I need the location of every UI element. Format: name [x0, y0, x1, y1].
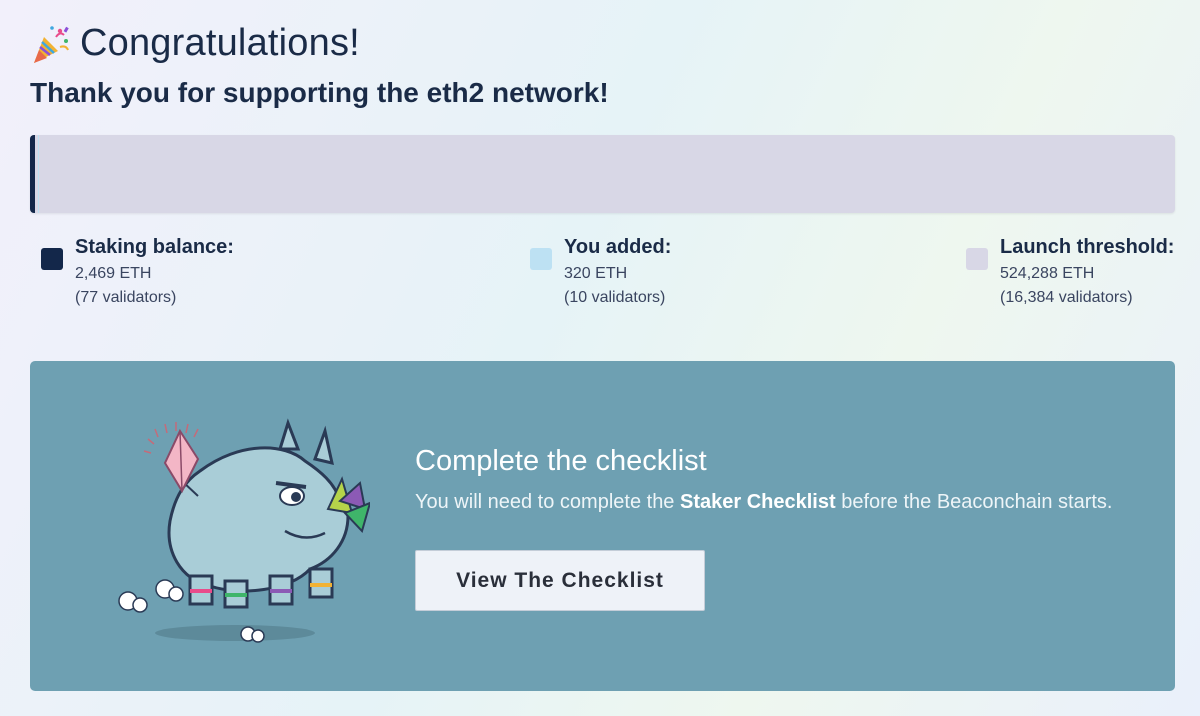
legend-you-added: You added: 320 ETH (10 validators) — [530, 236, 671, 307]
legend-swatch-threshold — [966, 248, 988, 270]
checklist-description: You will need to complete the Staker Che… — [415, 491, 1112, 514]
page-title: Congratulations! — [80, 22, 360, 64]
staker-checklist-emphasis: Staker Checklist — [680, 491, 836, 513]
legend-amount: 524,288 ETH — [1000, 265, 1095, 282]
legend-staking-balance: Staking balance: 2,469 ETH (77 validator… — [41, 236, 234, 307]
legend-validators: (16,384 validators) — [1000, 289, 1133, 306]
legend-label: Launch threshold: — [1000, 236, 1175, 258]
progress-added-fill — [38, 135, 40, 213]
legend-validators: (77 validators) — [75, 289, 177, 306]
legend-validators: (10 validators) — [564, 289, 666, 306]
progress-staked-fill — [30, 135, 36, 213]
page-subtitle: Thank you for supporting the eth2 networ… — [30, 77, 609, 108]
party-popper-icon — [34, 25, 69, 63]
staking-progress-bar — [30, 135, 1175, 213]
legend-launch-threshold: Launch threshold: 524,288 ETH (16,384 va… — [966, 236, 1174, 307]
checklist-text-after: before the Beaconchain starts. — [835, 491, 1113, 513]
header: Congratulations! Thank you for supportin… — [30, 22, 609, 109]
view-checklist-button[interactable]: View The Checklist — [415, 550, 705, 611]
legend-label: Staking balance: — [75, 236, 234, 258]
legend-swatch-staking — [41, 248, 63, 270]
legend-swatch-added — [530, 248, 552, 270]
checklist-card: Complete the checklist You will need to … — [30, 361, 1175, 691]
legend-amount: 2,469 ETH — [75, 265, 152, 282]
title-row: Congratulations! — [30, 22, 609, 65]
checklist-heading: Complete the checklist — [415, 445, 707, 477]
legend-label: You added: — [564, 236, 672, 258]
checklist-text-before: You will need to complete the — [415, 491, 680, 513]
rhino-illustration — [118, 418, 370, 643]
legend-amount: 320 ETH — [564, 265, 628, 282]
